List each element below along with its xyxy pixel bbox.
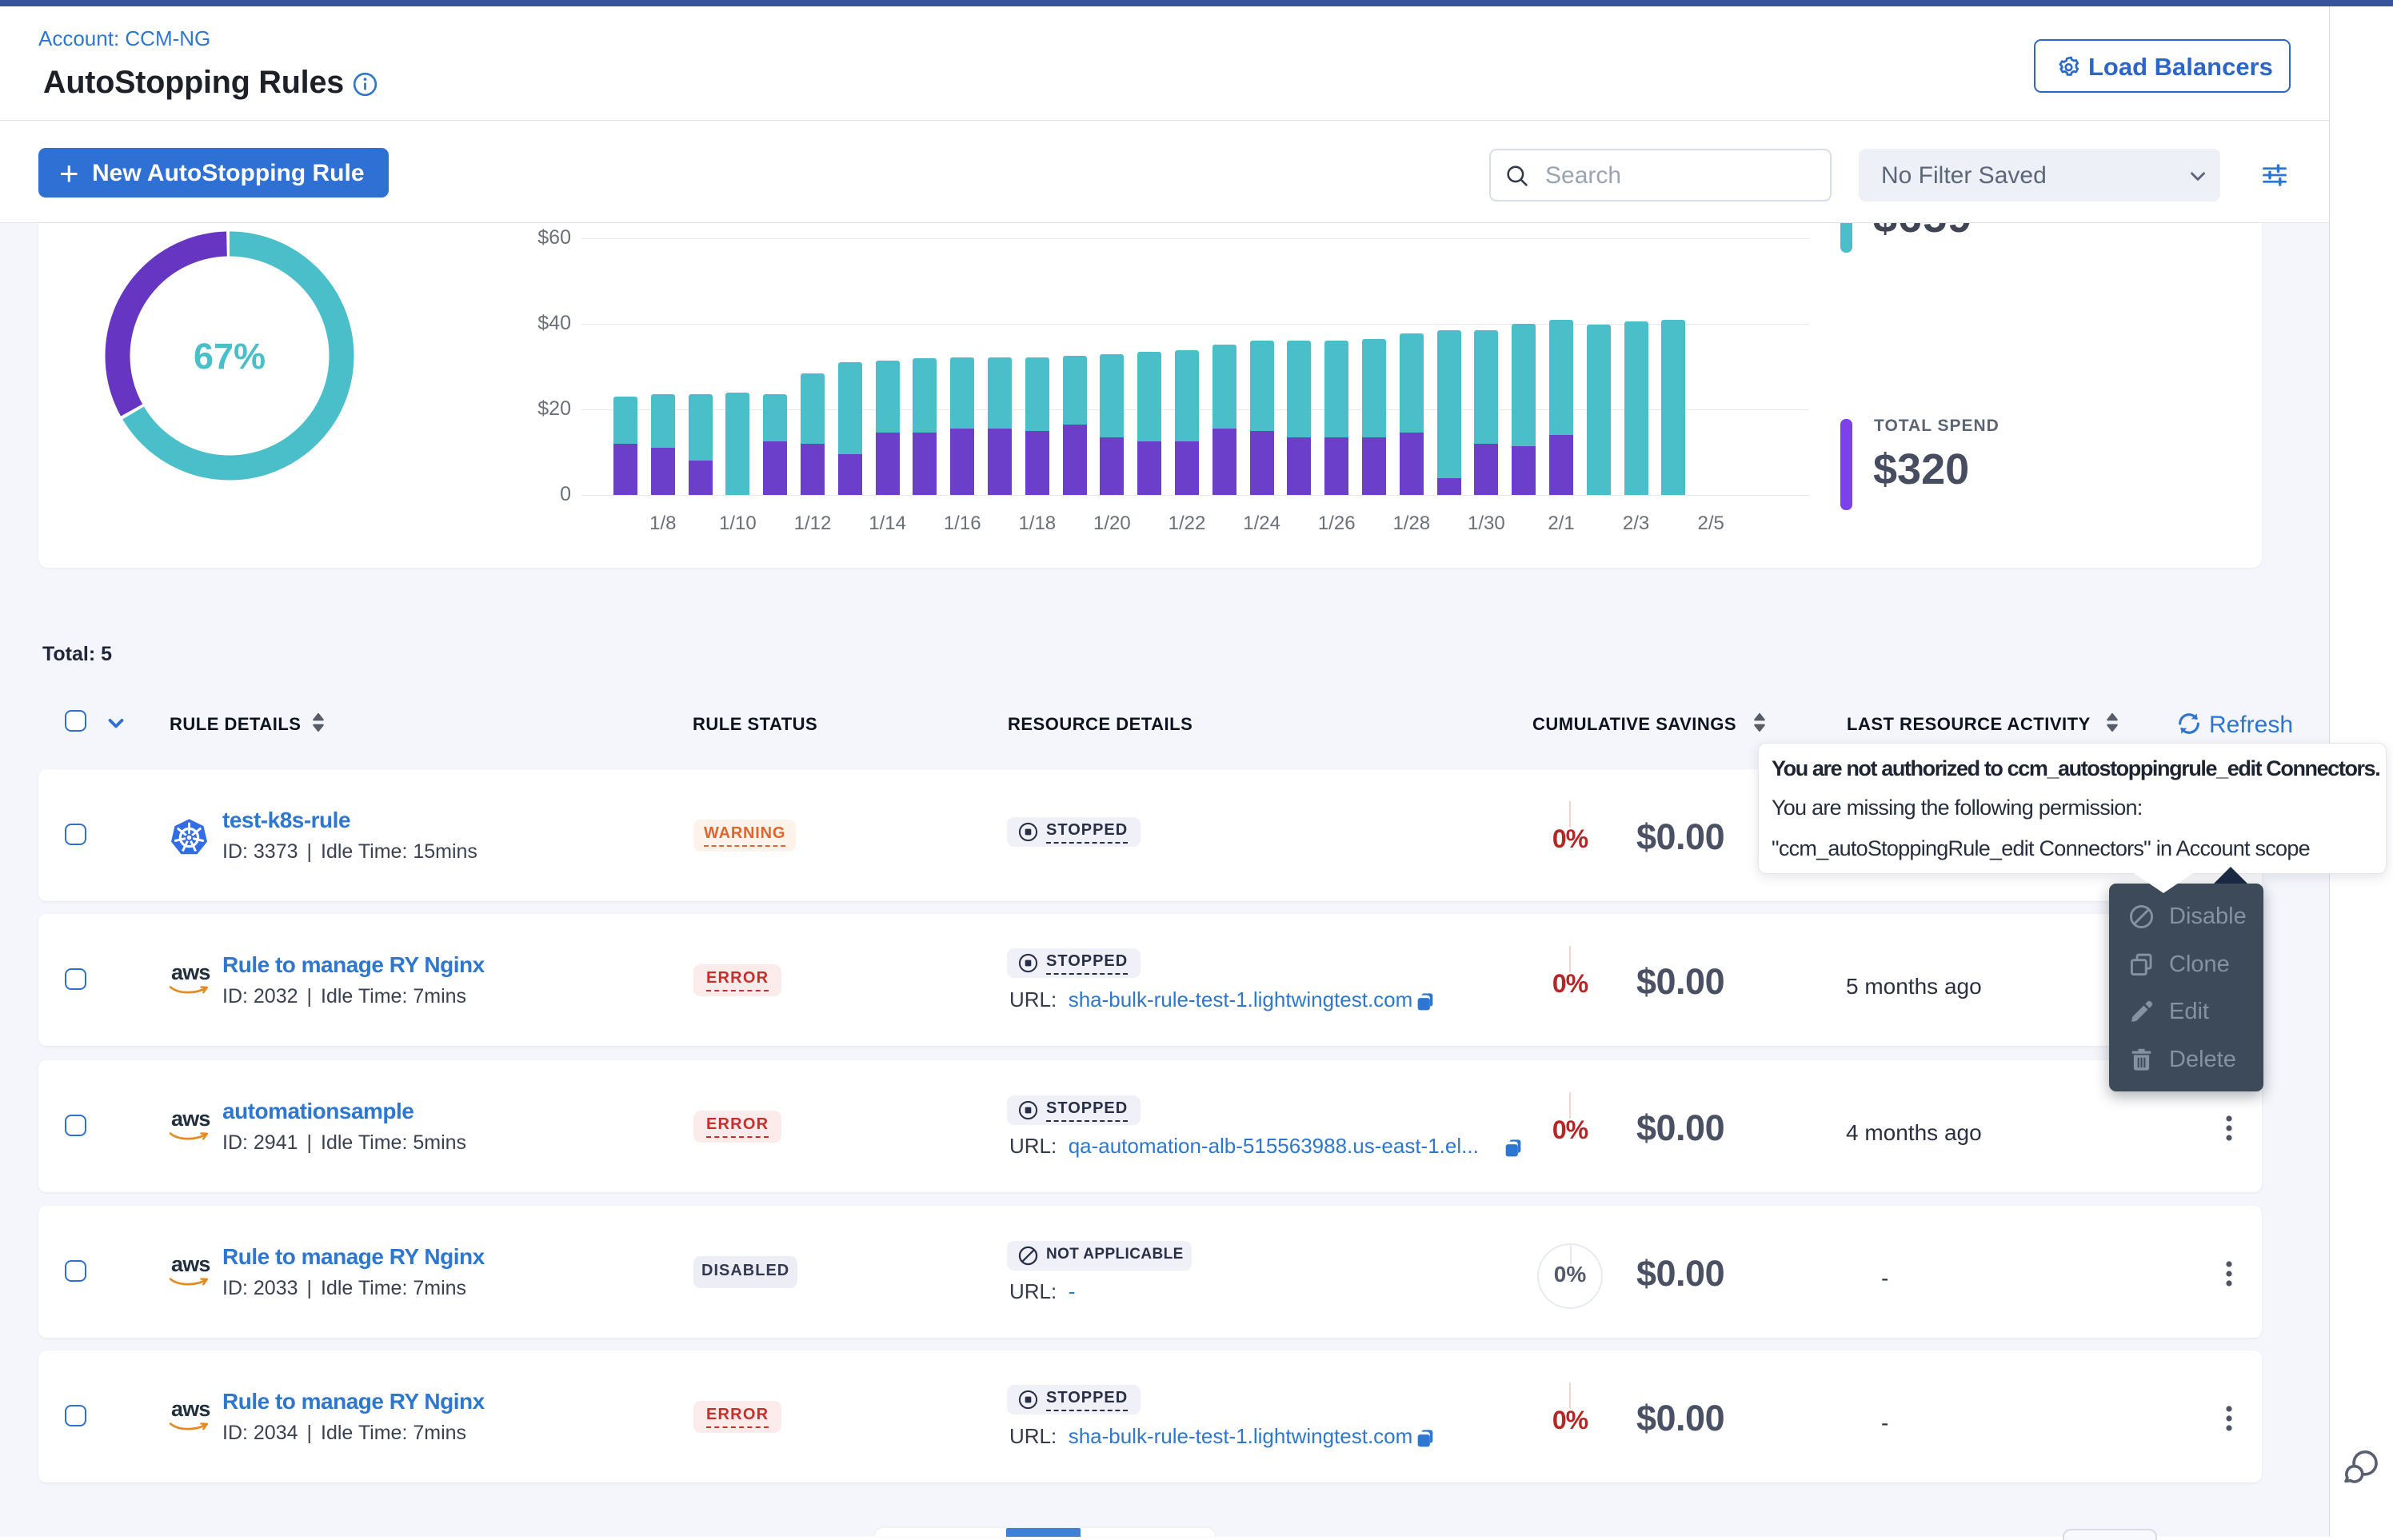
- svg-text:67%: 67%: [194, 336, 266, 377]
